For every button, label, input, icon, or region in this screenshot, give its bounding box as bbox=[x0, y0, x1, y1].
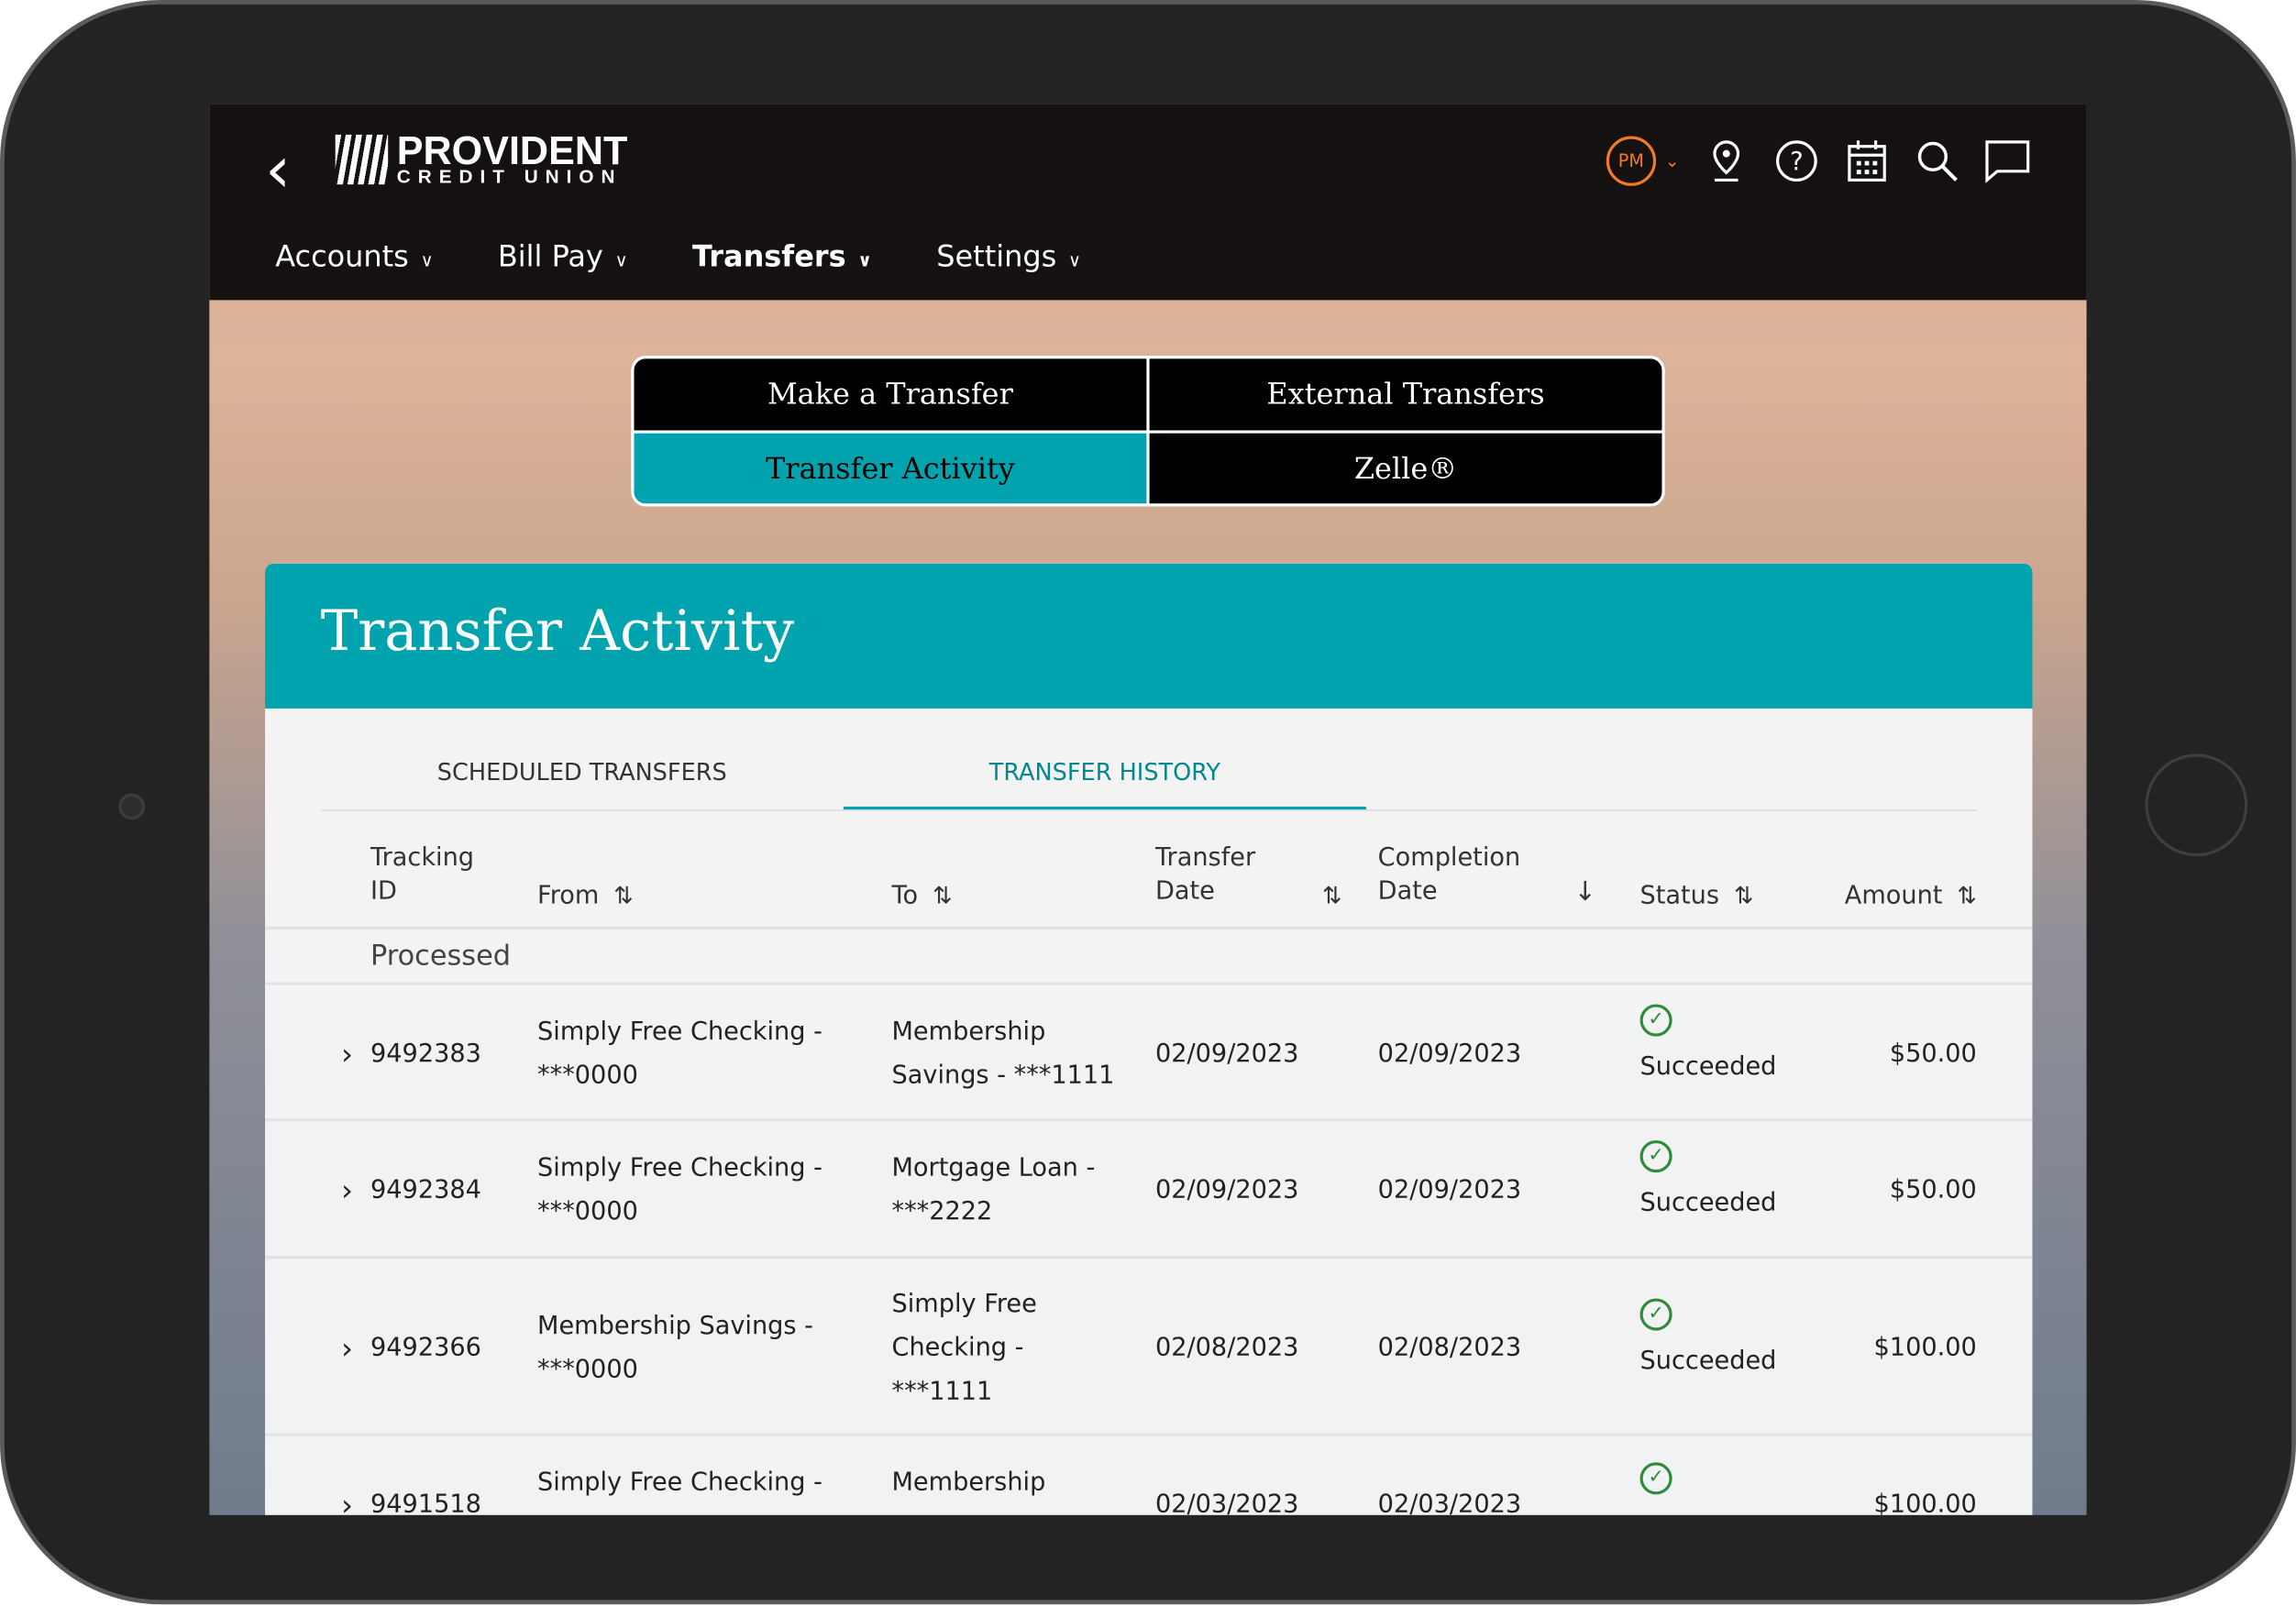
search-icon[interactable] bbox=[1914, 138, 1960, 184]
chevron-down-icon: ∨ bbox=[1068, 250, 1082, 271]
make-transfer-button[interactable]: Make a Transfer bbox=[634, 358, 1147, 430]
amount: $50.00 bbox=[1889, 1175, 1977, 1205]
amount: $50.00 bbox=[1889, 1039, 1977, 1068]
col-transfer-date[interactable]: Transfer Date bbox=[1155, 842, 1273, 908]
chat-icon[interactable] bbox=[1984, 138, 2031, 184]
svg-text:?: ? bbox=[1790, 148, 1803, 176]
calendar-icon[interactable] bbox=[1843, 138, 1890, 184]
col-completion-date[interactable]: Completion Date bbox=[1378, 842, 1540, 908]
to-account: Membership Savings - ***1111 bbox=[891, 1017, 1115, 1090]
status-cell: ✓ bbox=[1639, 1462, 1672, 1495]
sort-descending-icon[interactable]: ↓ bbox=[1574, 871, 1596, 915]
col-from[interactable]: From ⇅ bbox=[537, 874, 634, 918]
amount: $100.00 bbox=[1873, 1332, 1977, 1362]
chevron-right-icon[interactable]: › bbox=[341, 1168, 353, 1212]
from-account: Simply Free Checking - ***0000 bbox=[537, 1153, 822, 1227]
group-label: Processed bbox=[370, 940, 512, 973]
logo[interactable]: PROVIDENT CREDIT UNION bbox=[335, 128, 628, 188]
completion-date: 02/08/2023 bbox=[1377, 1332, 1522, 1362]
chevron-down-icon[interactable]: ⌄ bbox=[1665, 150, 1680, 170]
external-transfers-button[interactable]: External Transfers bbox=[1149, 358, 1662, 430]
chevron-down-icon: ∨ bbox=[857, 250, 872, 271]
status-cell: ✓ Succeeded bbox=[1639, 1139, 1816, 1226]
help-icon[interactable]: ? bbox=[1773, 138, 1820, 184]
completion-date: 02/03/2023 bbox=[1377, 1490, 1522, 1515]
transfer-menu: Make a Transfer External Transfers Trans… bbox=[631, 356, 1665, 507]
status-cell: ✓ Succeeded bbox=[1639, 1003, 1816, 1089]
check-circle-icon: ✓ bbox=[1639, 1003, 1672, 1036]
avatar[interactable]: PM bbox=[1606, 136, 1656, 186]
back-icon[interactable]: ‹ bbox=[265, 133, 291, 207]
chevron-down-icon: ∨ bbox=[420, 250, 434, 271]
table-header: Tracking ID From ⇅ To ⇅ Transfer Date ⇅ Co… bbox=[265, 842, 2033, 930]
transfer-date: 02/09/2023 bbox=[1154, 1175, 1299, 1205]
sort-icon: ⇅ bbox=[1734, 881, 1754, 909]
sort-icon[interactable]: ⇅ bbox=[1322, 874, 1341, 918]
col-amount[interactable]: Amount ⇅ bbox=[1845, 874, 1977, 918]
sort-icon: ⇅ bbox=[613, 881, 634, 909]
status-cell: ✓ Succeeded bbox=[1639, 1297, 1816, 1383]
to-account: Membership bbox=[891, 1468, 1046, 1498]
tablet-frame: ‹ PROVIDENT CREDIT UNION PM ⌄ ? Accounts… bbox=[0, 0, 2296, 1605]
top-bar: ‹ PROVIDENT CREDIT UNION PM ⌄ ? Accounts… bbox=[209, 104, 2087, 301]
from-account: Membership Savings - ***0000 bbox=[537, 1311, 813, 1384]
chevron-down-icon: ∨ bbox=[614, 250, 628, 271]
table-row[interactable]: › 9492384 Simply Free Checking - ***0000… bbox=[265, 1121, 2033, 1260]
nav-bill-pay[interactable]: Bill Pay ∨ bbox=[498, 238, 628, 273]
tracking-id: 9492366 bbox=[370, 1332, 481, 1362]
zelle-button[interactable]: Zelle® bbox=[1149, 432, 1662, 504]
table-row[interactable]: › 9491518 Simply Free Checking - Members… bbox=[265, 1436, 2032, 1515]
transfer-activity-button[interactable]: Transfer Activity bbox=[634, 432, 1147, 504]
tracking-id: 9492383 bbox=[370, 1039, 481, 1068]
amount: $100.00 bbox=[1873, 1490, 1977, 1515]
col-status[interactable]: Status ⇅ bbox=[1640, 874, 1754, 918]
logo-top-text: PROVIDENT bbox=[396, 128, 628, 173]
transfer-date: 02/09/2023 bbox=[1154, 1039, 1299, 1068]
transfer-date: 02/08/2023 bbox=[1154, 1332, 1299, 1362]
check-circle-icon: ✓ bbox=[1639, 1462, 1672, 1495]
to-account: Simply Free Checking - ***1111 bbox=[891, 1289, 1037, 1406]
page-title: Transfer Activity bbox=[265, 563, 2033, 709]
nav-accounts[interactable]: Accounts ∨ bbox=[275, 238, 433, 273]
completion-date: 02/09/2023 bbox=[1377, 1039, 1522, 1068]
location-icon[interactable] bbox=[1703, 138, 1750, 184]
tracking-id: 9491518 bbox=[370, 1490, 481, 1515]
check-circle-icon: ✓ bbox=[1639, 1297, 1672, 1330]
col-to[interactable]: To ⇅ bbox=[892, 874, 953, 918]
sort-icon: ⇅ bbox=[933, 881, 953, 909]
transfer-activity-panel: Transfer Activity SCHEDULED TRANSFERS TR… bbox=[265, 563, 2033, 1515]
sort-icon: ⇅ bbox=[1957, 881, 1977, 909]
home-button[interactable] bbox=[2145, 754, 2248, 857]
main-nav: Accounts ∨ Bill Pay ∨ Transfers ∨ Settings ∨ bbox=[275, 238, 1081, 273]
from-account: Simply Free Checking - bbox=[537, 1468, 822, 1498]
table-row[interactable]: › 9492383 Simply Free Checking - ***0000… bbox=[265, 985, 2033, 1122]
chevron-right-icon[interactable]: › bbox=[341, 1031, 353, 1075]
col-tracking-id: Tracking ID bbox=[370, 842, 475, 907]
nav-transfers[interactable]: Transfers ∨ bbox=[692, 238, 872, 273]
to-account: Mortgage Loan - ***2222 bbox=[891, 1153, 1096, 1227]
logo-bottom-text: CREDIT UNION bbox=[396, 165, 623, 188]
tab-transfer-history[interactable]: TRANSFER HISTORY bbox=[843, 758, 1366, 810]
chevron-right-icon[interactable]: › bbox=[341, 1483, 353, 1514]
tab-scheduled-transfers[interactable]: SCHEDULED TRANSFERS bbox=[321, 758, 844, 807]
from-account: Simply Free Checking - ***0000 bbox=[537, 1017, 822, 1090]
logo-mark-icon bbox=[335, 134, 389, 185]
nav-settings[interactable]: Settings ∨ bbox=[936, 238, 1081, 273]
chevron-right-icon[interactable]: › bbox=[341, 1326, 353, 1370]
check-circle-icon: ✓ bbox=[1639, 1139, 1672, 1173]
screen: ‹ PROVIDENT CREDIT UNION PM ⌄ ? Accounts… bbox=[209, 104, 2087, 1515]
table-row[interactable]: › 9492366 Membership Savings - ***0000 S… bbox=[265, 1259, 2033, 1436]
completion-date: 02/09/2023 bbox=[1377, 1175, 1522, 1205]
tracking-id: 9492384 bbox=[370, 1175, 481, 1205]
transfer-date: 02/03/2023 bbox=[1154, 1490, 1299, 1515]
camera bbox=[118, 793, 146, 820]
group-header: Processed bbox=[265, 930, 2033, 985]
